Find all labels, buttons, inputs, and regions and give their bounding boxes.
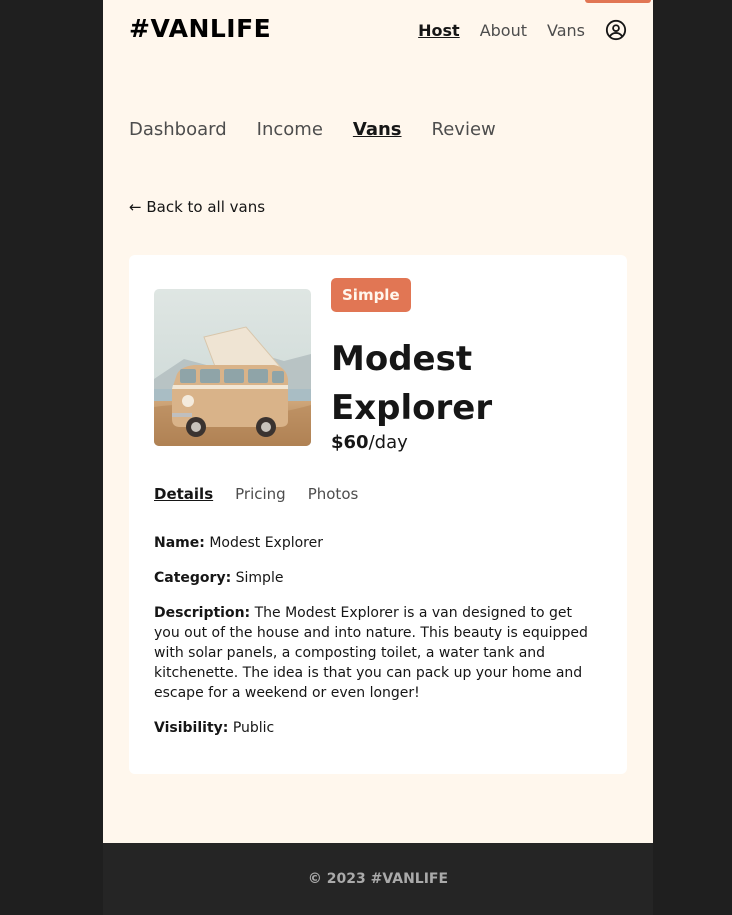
price-amount: $60 xyxy=(331,432,369,453)
detail-category: Category: Simple xyxy=(154,568,594,588)
main-nav: Host About Vans xyxy=(418,19,627,41)
van-price: $60/day xyxy=(331,432,408,453)
site-header: #VANLIFE Host About Vans xyxy=(103,0,653,64)
detail-category-value: Simple xyxy=(235,570,284,586)
van-type-badge: Simple xyxy=(331,278,411,312)
tab-details[interactable]: Details xyxy=(154,485,213,503)
van-details: Name: Modest Explorer Category: Simple D… xyxy=(154,533,594,753)
host-nav: Dashboard Income Vans Review xyxy=(129,119,496,140)
host-nav-dashboard[interactable]: Dashboard xyxy=(129,119,227,140)
host-nav-vans[interactable]: Vans xyxy=(353,119,402,140)
site-footer: © 2023 #VANLIFE xyxy=(103,843,653,915)
detail-tabs: Details Pricing Photos xyxy=(154,485,358,503)
detail-name: Name: Modest Explorer xyxy=(154,533,594,553)
detail-visibility: Visibility: Public xyxy=(154,718,594,738)
price-unit: /day xyxy=(368,432,408,453)
back-to-vans-link[interactable]: ← Back to all vans xyxy=(129,198,265,216)
van-photo xyxy=(154,289,311,446)
detail-name-label: Name: xyxy=(154,535,205,551)
detail-description-label: Description: xyxy=(154,605,251,621)
nav-link-about[interactable]: About xyxy=(480,21,527,40)
detail-visibility-value: Public xyxy=(232,720,275,736)
host-nav-income[interactable]: Income xyxy=(257,119,323,140)
site-logo[interactable]: #VANLIFE xyxy=(129,14,271,43)
detail-name-value: Modest Explorer xyxy=(209,535,323,551)
tab-photos[interactable]: Photos xyxy=(308,485,359,503)
host-nav-review[interactable]: Review xyxy=(432,119,496,140)
footer-copyright: © 2023 #VANLIFE xyxy=(307,871,449,887)
user-circle-icon[interactable] xyxy=(605,19,627,41)
van-name-heading: Modest Explorer xyxy=(331,339,493,428)
app-container: #VANLIFE Host About Vans Dashboard Incom… xyxy=(103,0,653,915)
detail-category-label: Category: xyxy=(154,570,232,586)
nav-link-host[interactable]: Host xyxy=(418,21,460,40)
tab-pricing[interactable]: Pricing xyxy=(235,485,286,503)
detail-description: Description: The Modest Explorer is a va… xyxy=(154,603,594,703)
nav-link-vans[interactable]: Vans xyxy=(547,21,585,40)
detail-visibility-label: Visibility: xyxy=(154,720,229,736)
van-detail-card: Simple Modest Explorer $60/day Details P… xyxy=(129,255,627,774)
